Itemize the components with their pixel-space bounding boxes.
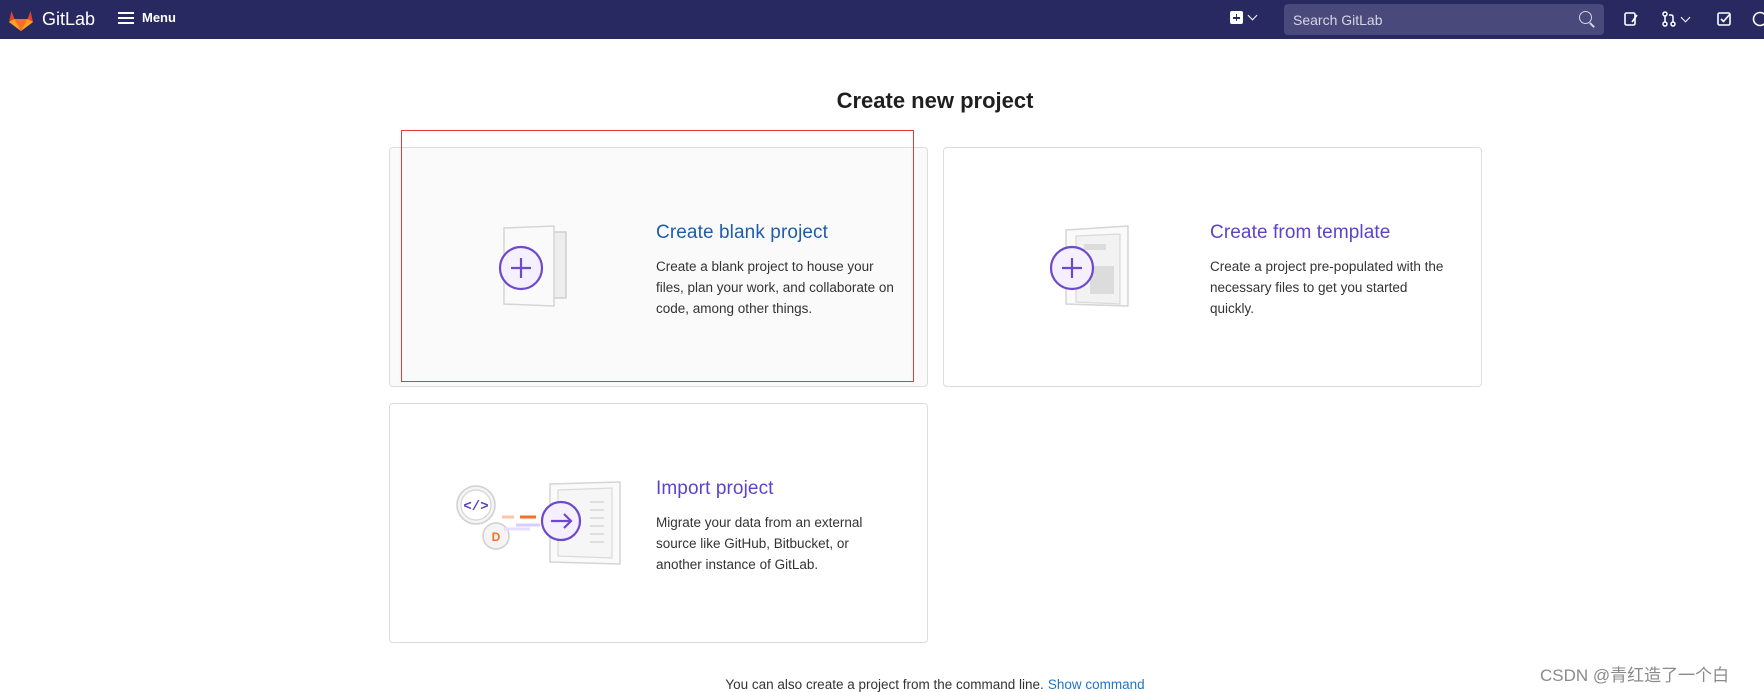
card-description: Migrate your data from an external sourc…	[656, 512, 896, 575]
card-title[interactable]: Create blank project	[656, 222, 896, 244]
menu-label: Menu	[142, 10, 176, 25]
issues-icon	[1623, 11, 1639, 27]
import-project-card[interactable]: </> D Import project Migrate your data f…	[389, 403, 928, 643]
search-icon	[1579, 11, 1592, 24]
card-title[interactable]: Create from template	[1210, 222, 1450, 244]
plus-square-icon	[1230, 11, 1243, 24]
menu-button[interactable]: Menu	[118, 10, 176, 25]
card-description: Create a project pre-populated with the …	[1210, 256, 1450, 319]
new-dropdown-button[interactable]	[1230, 11, 1256, 24]
watermark: CSDN @青红造了一个白	[1540, 661, 1729, 686]
svg-text:</>: </>	[463, 499, 488, 515]
show-command-link[interactable]: Show command	[1048, 677, 1145, 692]
hamburger-icon	[118, 12, 134, 24]
top-navbar: GitLab Menu	[0, 0, 1764, 39]
todo-icon	[1716, 11, 1732, 27]
help-button[interactable]	[1752, 10, 1764, 28]
chevron-down-icon	[1248, 11, 1258, 21]
import-project-illustration-icon: </> D	[390, 404, 660, 644]
chevron-down-icon	[1681, 12, 1691, 22]
todos-button[interactable]	[1716, 10, 1732, 28]
help-icon	[1752, 11, 1764, 27]
command-line-text: You can also create a project from the c…	[725, 677, 1043, 692]
gitlab-logo-icon[interactable]	[8, 8, 34, 32]
merge-requests-button[interactable]	[1661, 10, 1689, 28]
svg-text:D: D	[492, 530, 501, 544]
page-title: Create new project	[0, 88, 1764, 114]
create-from-template-card[interactable]: Create from template Create a project pr…	[943, 147, 1482, 387]
command-line-hint: You can also create a project from the c…	[0, 677, 1764, 692]
brand-name[interactable]: GitLab	[42, 9, 95, 30]
search-input[interactable]	[1284, 4, 1604, 35]
template-project-illustration-icon	[944, 148, 1214, 388]
issues-button[interactable]	[1623, 10, 1639, 28]
merge-request-icon	[1661, 11, 1677, 27]
blank-project-illustration-icon	[390, 148, 660, 388]
card-description: Create a blank project to house your fil…	[656, 256, 896, 319]
create-blank-project-card[interactable]: Create blank project Create a blank proj…	[389, 147, 928, 387]
card-title[interactable]: Import project	[656, 478, 896, 500]
